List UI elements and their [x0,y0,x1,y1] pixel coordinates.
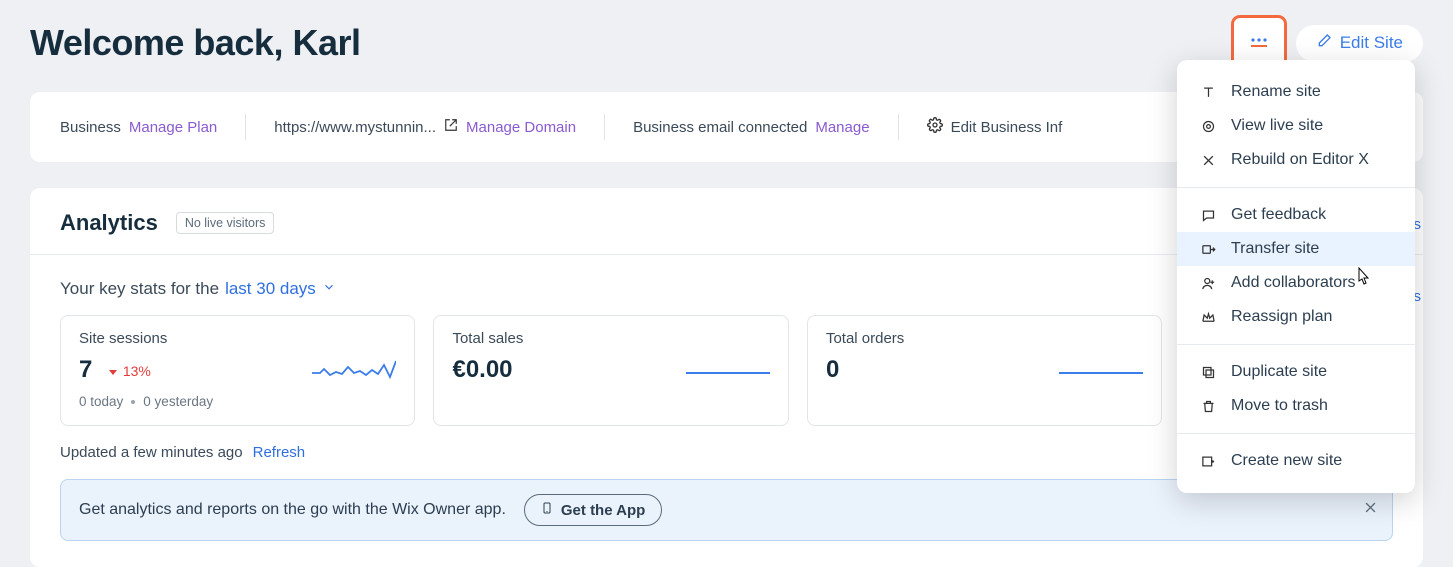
stat-card-total-sales[interactable]: Total sales €0.00 [433,315,788,426]
menu-label: Move to trash [1231,397,1328,415]
stat-yesterday: 0 yesterday [143,394,213,409]
x-icon [1199,154,1217,167]
menu-item-add-collaborators[interactable]: Add collaborators [1177,266,1415,300]
menu-label: Create new site [1231,452,1342,470]
stat-value: 0 [826,356,839,384]
get-app-button[interactable]: Get the App [524,494,662,526]
menu-item-move-to-trash[interactable]: Move to trash [1177,389,1415,423]
duplicate-icon [1199,365,1217,380]
eye-icon [1199,119,1217,134]
edit-business-info-link[interactable]: Edit Business Inf [951,119,1063,136]
site-actions-menu: Rename site View live site Rebuild on Ed… [1177,60,1415,493]
manage-email-link[interactable]: Manage [815,119,869,136]
menu-item-create-new-site[interactable]: Create new site [1177,444,1415,478]
phone-icon [541,500,553,520]
external-link-icon[interactable] [444,118,458,136]
close-icon[interactable] [1363,500,1378,520]
sparkline-icon [312,355,396,384]
domain-url: https://www.mystunnin... [274,119,436,136]
gear-icon [927,117,943,137]
text-icon [1199,85,1217,100]
menu-item-rename-site[interactable]: Rename site [1177,75,1415,109]
manage-plan-link[interactable]: Manage Plan [129,119,217,136]
stat-title: Site sessions [79,330,396,347]
menu-label: Reassign plan [1231,308,1332,326]
menu-item-reassign-plan[interactable]: Reassign plan [1177,300,1415,334]
key-stats-prefix: Your key stats for the [60,279,219,299]
menu-item-get-feedback[interactable]: Get feedback [1177,198,1415,232]
menu-item-view-live[interactable]: View live site [1177,109,1415,143]
pencil-icon [1316,33,1332,54]
menu-label: View live site [1231,117,1323,135]
menu-item-rebuild-editor-x[interactable]: Rebuild on Editor X [1177,143,1415,177]
live-visitors-chip: No live visitors [176,212,275,234]
refresh-link[interactable]: Refresh [253,444,306,461]
chat-icon [1199,208,1217,223]
edit-site-button[interactable]: Edit Site [1296,25,1423,62]
edit-site-label: Edit Site [1340,33,1403,53]
manage-domain-link[interactable]: Manage Domain [466,119,576,136]
sparkline-icon [1059,355,1143,384]
stat-card-total-orders[interactable]: Total orders 0 [807,315,1162,426]
stat-title: Total orders [826,330,1143,347]
stat-title: Total sales [452,330,769,347]
more-icon [1249,36,1269,50]
updated-text: Updated a few minutes ago [60,444,243,461]
stat-value: 7 [79,356,92,383]
stat-value: €0.00 [452,356,512,384]
menu-label: Transfer site [1231,240,1319,258]
chevron-down-icon [322,279,336,299]
banner-text: Get analytics and reports on the go with… [79,501,506,519]
stats-range-dropdown[interactable]: last 30 days [225,279,316,299]
menu-item-duplicate-site[interactable]: Duplicate site [1177,355,1415,389]
menu-label: Duplicate site [1231,363,1327,381]
menu-label: Add collaborators [1231,274,1356,292]
user-add-icon [1199,276,1217,291]
new-window-icon [1199,454,1217,469]
menu-label: Get feedback [1231,206,1326,224]
stat-today: 0 today [79,394,123,409]
crown-icon [1199,310,1217,325]
sparkline-icon [686,355,770,384]
page-title: Welcome back, Karl [30,22,361,64]
menu-item-transfer-site[interactable]: Transfer site [1177,232,1415,266]
trend-down: 13% [107,363,151,379]
plan-label: Business [60,119,121,136]
trash-icon [1199,399,1217,414]
stat-card-site-sessions[interactable]: Site sessions 7 13% [60,315,415,426]
menu-label: Rename site [1231,83,1321,101]
analytics-title: Analytics [60,210,158,236]
menu-label: Rebuild on Editor X [1231,151,1369,169]
get-app-label: Get the App [561,502,645,519]
transfer-icon [1199,242,1217,257]
email-status: Business email connected [633,119,807,136]
